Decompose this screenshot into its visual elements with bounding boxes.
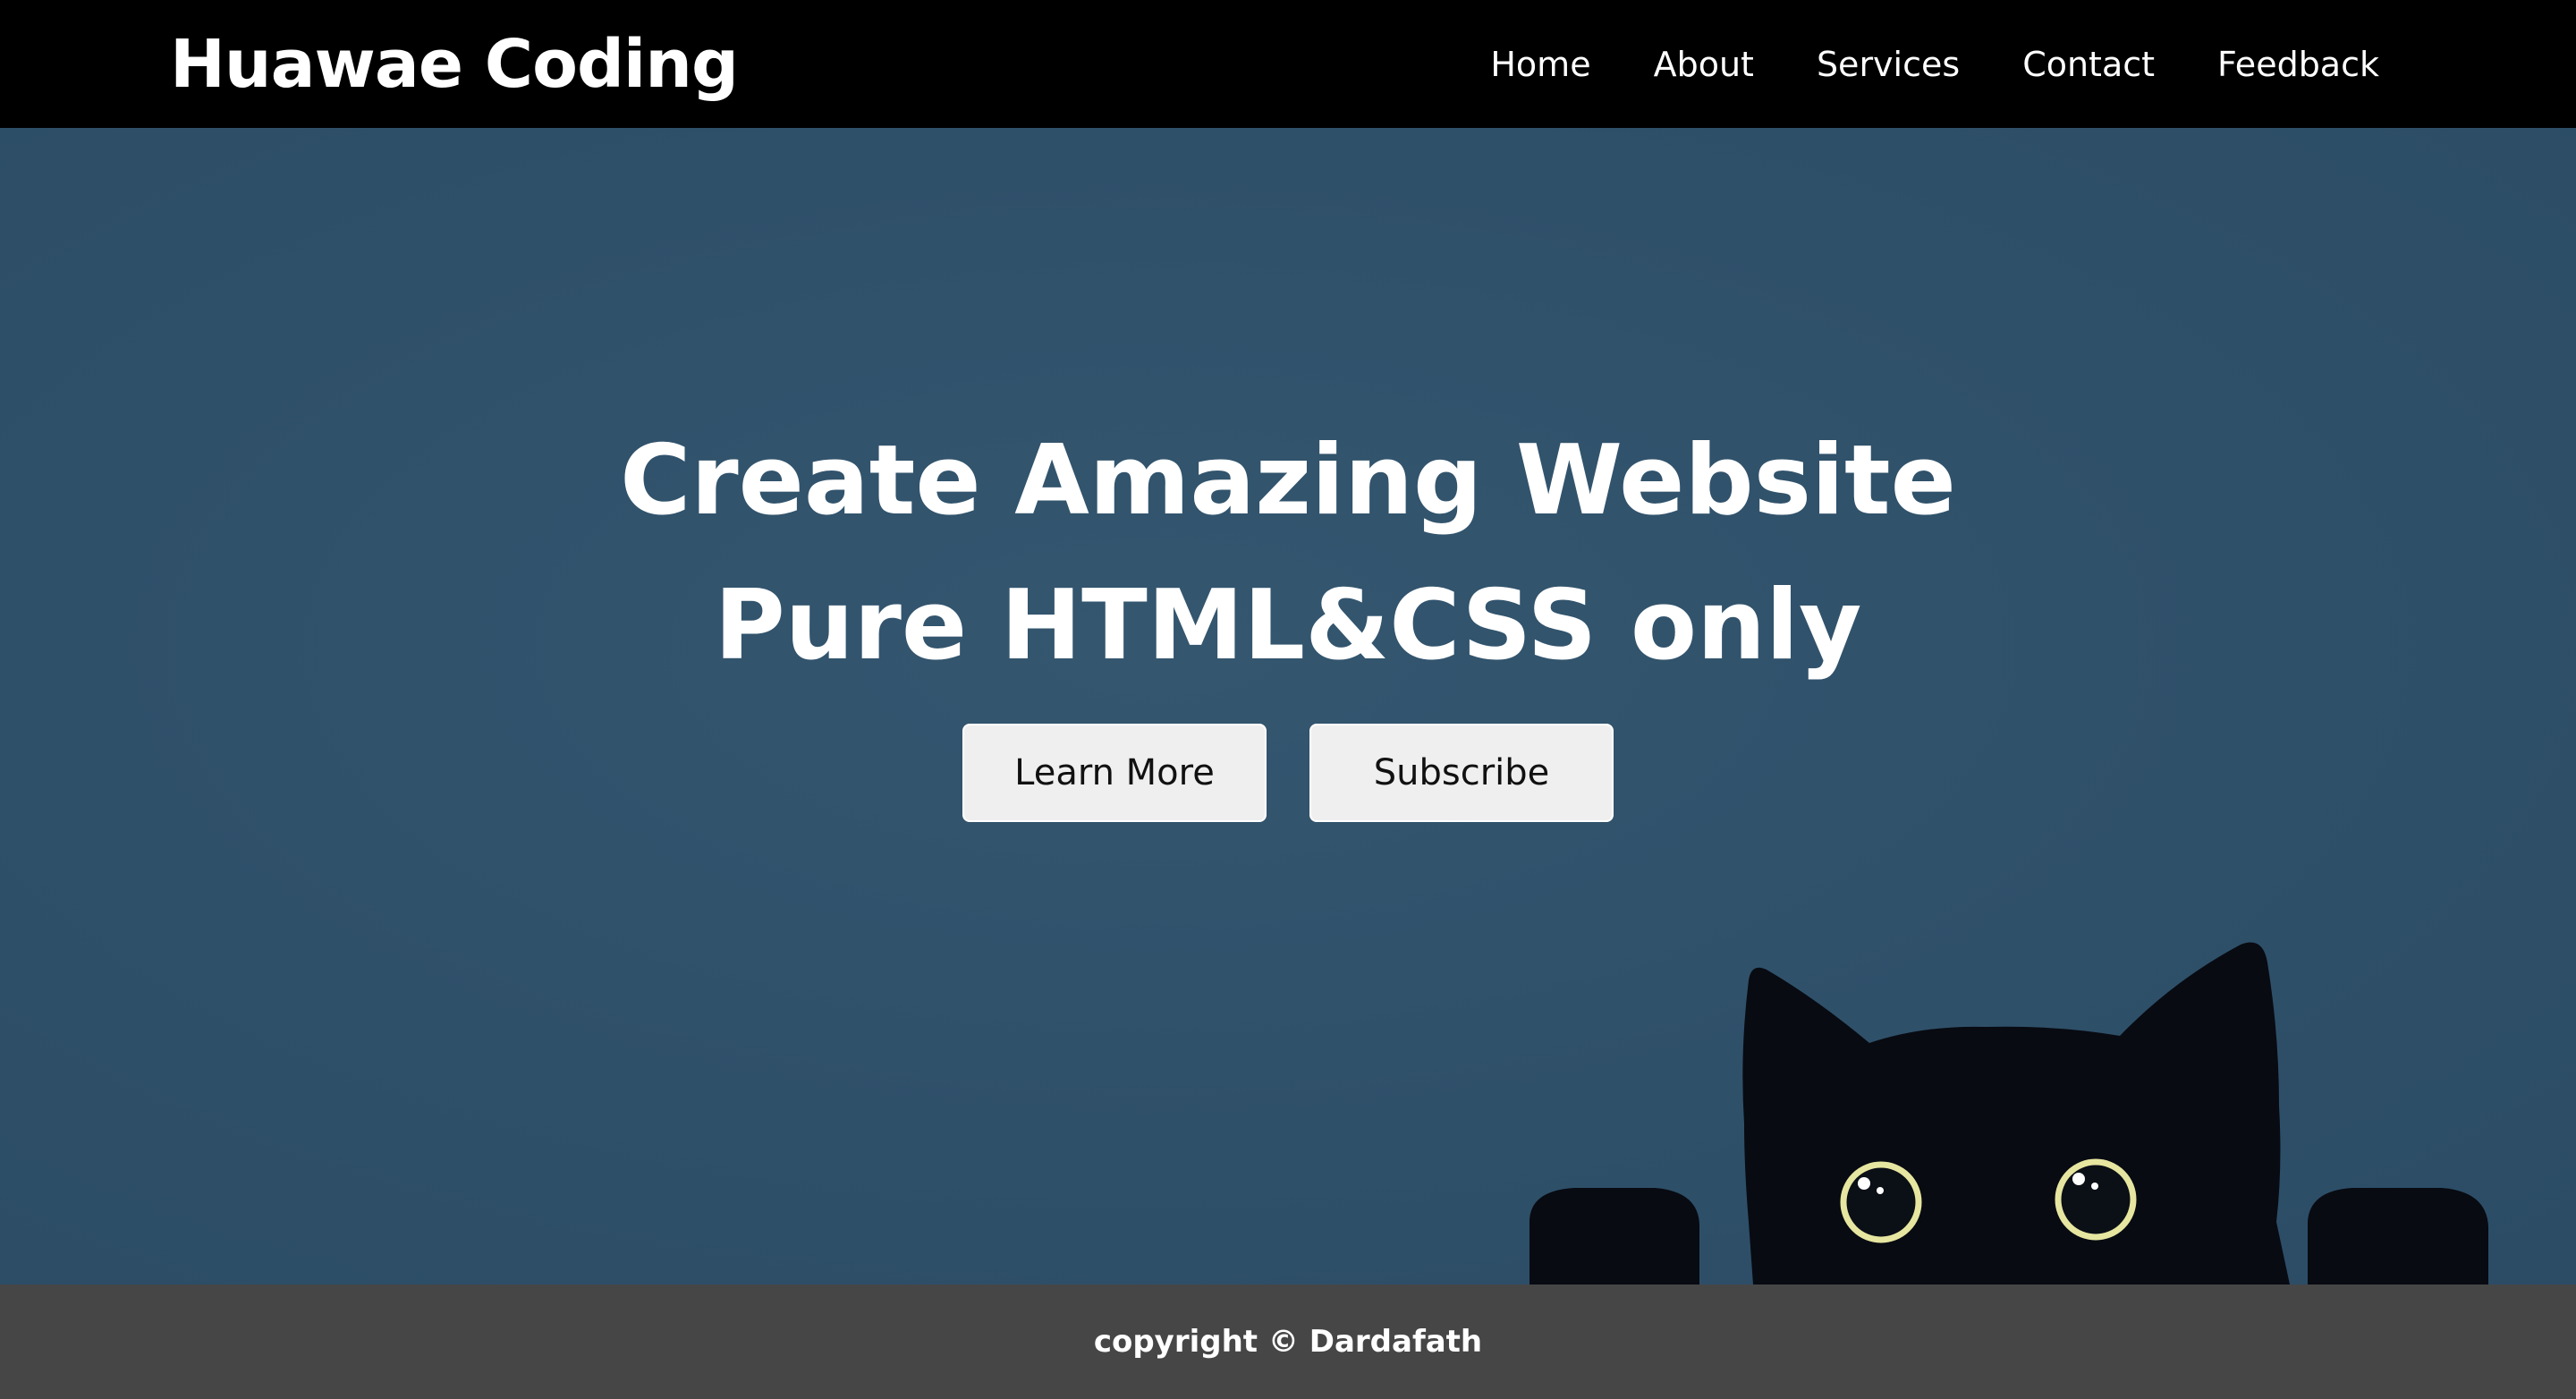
- hero-buttons: Learn More Subscribe: [0, 724, 2576, 822]
- nav-link-home[interactable]: Home: [1490, 45, 1590, 84]
- brand-logo[interactable]: Huawae Coding: [170, 20, 739, 109]
- cat-head: [1742, 942, 2290, 1285]
- nav-link-feedback[interactable]: Feedback: [2217, 45, 2379, 84]
- page: Huawae Coding Home About Services Contac…: [0, 0, 2576, 1399]
- cat-left-paw: [1530, 1188, 1699, 1285]
- hero-section: Create Amazing Website Pure HTML&CSS onl…: [0, 128, 2576, 1285]
- cat-right-eye: [2055, 1158, 2137, 1241]
- navbar: Huawae Coding Home About Services Contac…: [0, 0, 2576, 128]
- cat-right-paw: [2308, 1188, 2488, 1285]
- hero-subtitle: Pure HTML&CSS only: [714, 570, 1862, 682]
- subscribe-button[interactable]: Subscribe: [1309, 724, 1614, 822]
- nav-link-about[interactable]: About: [1654, 45, 1754, 84]
- nav-menu: Home About Services Contact Feedback: [1490, 0, 2379, 128]
- hero-title: Create Amazing Website: [620, 425, 1956, 537]
- nav-link-services[interactable]: Services: [1817, 45, 1960, 84]
- footer: copyright © Dardafath: [0, 1285, 2576, 1399]
- learn-more-button[interactable]: Learn More: [962, 724, 1267, 822]
- nav-link-contact[interactable]: Contact: [2022, 45, 2155, 84]
- copyright-text: copyright © Dardafath: [1093, 1324, 1483, 1360]
- cat-left-eye: [1840, 1161, 1922, 1243]
- black-cat-illustration: [1530, 942, 2488, 1285]
